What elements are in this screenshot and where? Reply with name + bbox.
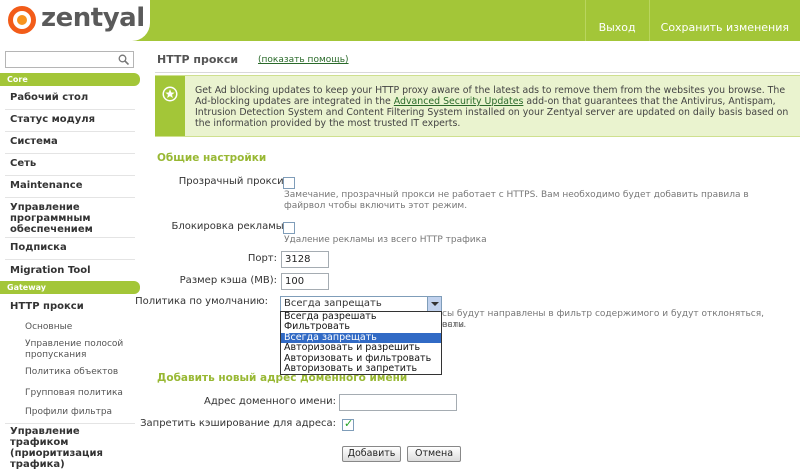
nav-divider [5,237,135,238]
domain-name-label: Адрес доменного имени: [203,396,336,407]
nav-divider [5,197,135,198]
save-changes-link[interactable]: Сохранить изменения [648,0,800,41]
no-cache-checkbox[interactable] [342,417,354,431]
policy-option-auth-allow[interactable]: Авторизовать и разрешить [281,342,441,353]
add-button[interactable]: Добавить [342,446,401,462]
nav-divider [5,175,135,176]
sidebar-item-http-proxy[interactable]: HTTP прокси [0,301,140,312]
ad-blocking-hint: Удаление рекламы из всего HTTP трафика [284,235,487,245]
top-header: zentyal Выход Сохранить изменения [0,0,800,41]
logo-text: zentyal [41,3,145,33]
policy-option-auth-deny[interactable]: Авторизовать и запретить [281,363,441,374]
search-icon[interactable] [118,54,129,65]
transparent-proxy-hint: Замечание, прозрачный прокси не работает… [284,190,749,211]
sidebar-item-system[interactable]: Система [0,136,140,147]
transparent-proxy-checkbox[interactable] [283,177,295,189]
ad-blocking-checkbox[interactable] [283,222,295,234]
main-content: HTTP прокси (показать помощь) Get Ad blo… [135,41,800,470]
default-policy-select[interactable]: Всегда запрещать [280,296,442,312]
logout-link[interactable]: Выход [584,0,649,41]
sidebar-item-migration[interactable]: Migration Tool [0,265,140,276]
sidebar-item-module-status[interactable]: Статус модуля [0,114,140,125]
page-title: HTTP прокси [157,53,239,66]
sidebar: Core Рабочий стол Статус модуля Система … [0,41,140,470]
sidebar-item-dashboard[interactable]: Рабочий стол [0,92,140,103]
default-policy-hint-2: вать. [442,320,467,330]
default-policy-label: Политика по умолчанию: [135,296,268,307]
sidebar-section-core: Core [0,73,140,86]
sidebar-item-maintenance[interactable]: Maintenance [0,180,140,191]
cancel-button[interactable]: Отмена [407,446,461,462]
nav-divider [5,259,135,260]
port-input[interactable]: 3128 [281,251,329,268]
search-input[interactable] [5,51,134,68]
nav-divider [5,423,135,424]
sidebar-item-software[interactable]: Управление программным обеспечением [0,202,110,235]
transparent-proxy-label: Прозрачный прокси: [178,176,287,187]
title-divider [155,72,800,73]
advanced-security-updates-link[interactable]: Advanced Security Updates [394,96,524,107]
sidebar-item-network[interactable]: Сеть [0,158,140,169]
sidebar-subitem-object-policy[interactable]: Политика объектов [25,367,137,378]
domain-name-input[interactable] [339,394,457,411]
cache-size-input[interactable]: 100 [281,273,329,290]
ad-notice-banner: Get Ad blocking updates to keep your HTT… [155,75,800,137]
default-policy-value: Всегда запрещать [284,298,382,309]
general-settings-heading: Общие настройки [157,152,267,164]
star-icon [162,86,178,102]
nav-divider [5,109,135,110]
logo[interactable]: zentyal [0,0,150,41]
nav-divider [5,153,135,154]
sidebar-subitem-general[interactable]: Основные [25,322,137,333]
zentyal-logo-icon [8,6,36,34]
sidebar-subitem-group-policy[interactable]: Групповая политика [25,388,137,399]
chevron-down-icon[interactable] [427,297,441,311]
default-policy-dropdown: Всегда разрешать Фильтровать Всегда запр… [280,311,442,376]
no-cache-label: Запретить кэширование для адреса: [140,418,336,429]
nav-divider [5,131,135,132]
sidebar-subitem-filter-profiles[interactable]: Профили фильтра [25,407,137,418]
sidebar-subitem-bandwidth[interactable]: Управление полосой пропускания [25,339,137,361]
cache-size-label: Размер кэша (MB): [179,275,277,286]
port-label: Порт: [247,253,277,264]
notice-text: Get Ad blocking updates to keep your HTT… [195,85,789,129]
ad-blocking-label: Блокировка рекламы: [171,221,287,232]
show-help-link[interactable]: (показать помощь) [258,55,349,65]
sidebar-section-gateway: Gateway [0,281,140,294]
sidebar-item-traffic-shaping[interactable]: Управление трафиком (приоритизация трафи… [0,426,105,470]
sidebar-item-subscription[interactable]: Подписка [0,242,140,253]
